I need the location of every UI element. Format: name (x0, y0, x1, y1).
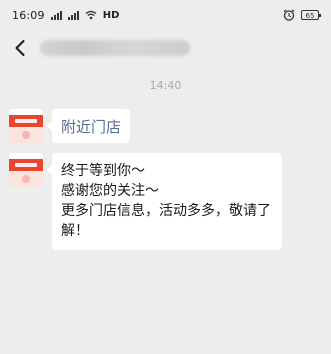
signal-icon (50, 10, 62, 20)
status-bar-left: 16:09 HD (12, 9, 119, 22)
avatar[interactable] (9, 153, 43, 187)
avatar[interactable] (9, 109, 43, 143)
alarm-icon (283, 9, 295, 21)
signal-icon (67, 10, 79, 20)
network-type-label: HD (102, 9, 120, 21)
chevron-left-icon (15, 40, 25, 56)
message-bubble: 终于等到你～ 感谢您的关注～ 更多门店信息，活动多多，敬请了解！ (47, 153, 282, 250)
message-line: 终于等到你～ (61, 163, 145, 179)
chat-title (40, 40, 190, 56)
nearby-stores-link[interactable]: 附近门店 (46, 109, 131, 143)
back-button[interactable] (6, 30, 34, 66)
status-bar: 16:09 HD 65 (0, 0, 331, 30)
message-line: 感谢您的关注～ (61, 183, 159, 199)
battery-icon: 65 (301, 10, 321, 20)
message-timestamp: 14:40 (149, 79, 182, 92)
chat-header (0, 30, 331, 66)
status-bar-right: 65 (283, 9, 321, 21)
message-line: 更多门店信息，活动多多，敬请了解！ (61, 203, 271, 239)
wifi-icon (85, 10, 97, 20)
status-time: 16:09 (12, 8, 45, 22)
